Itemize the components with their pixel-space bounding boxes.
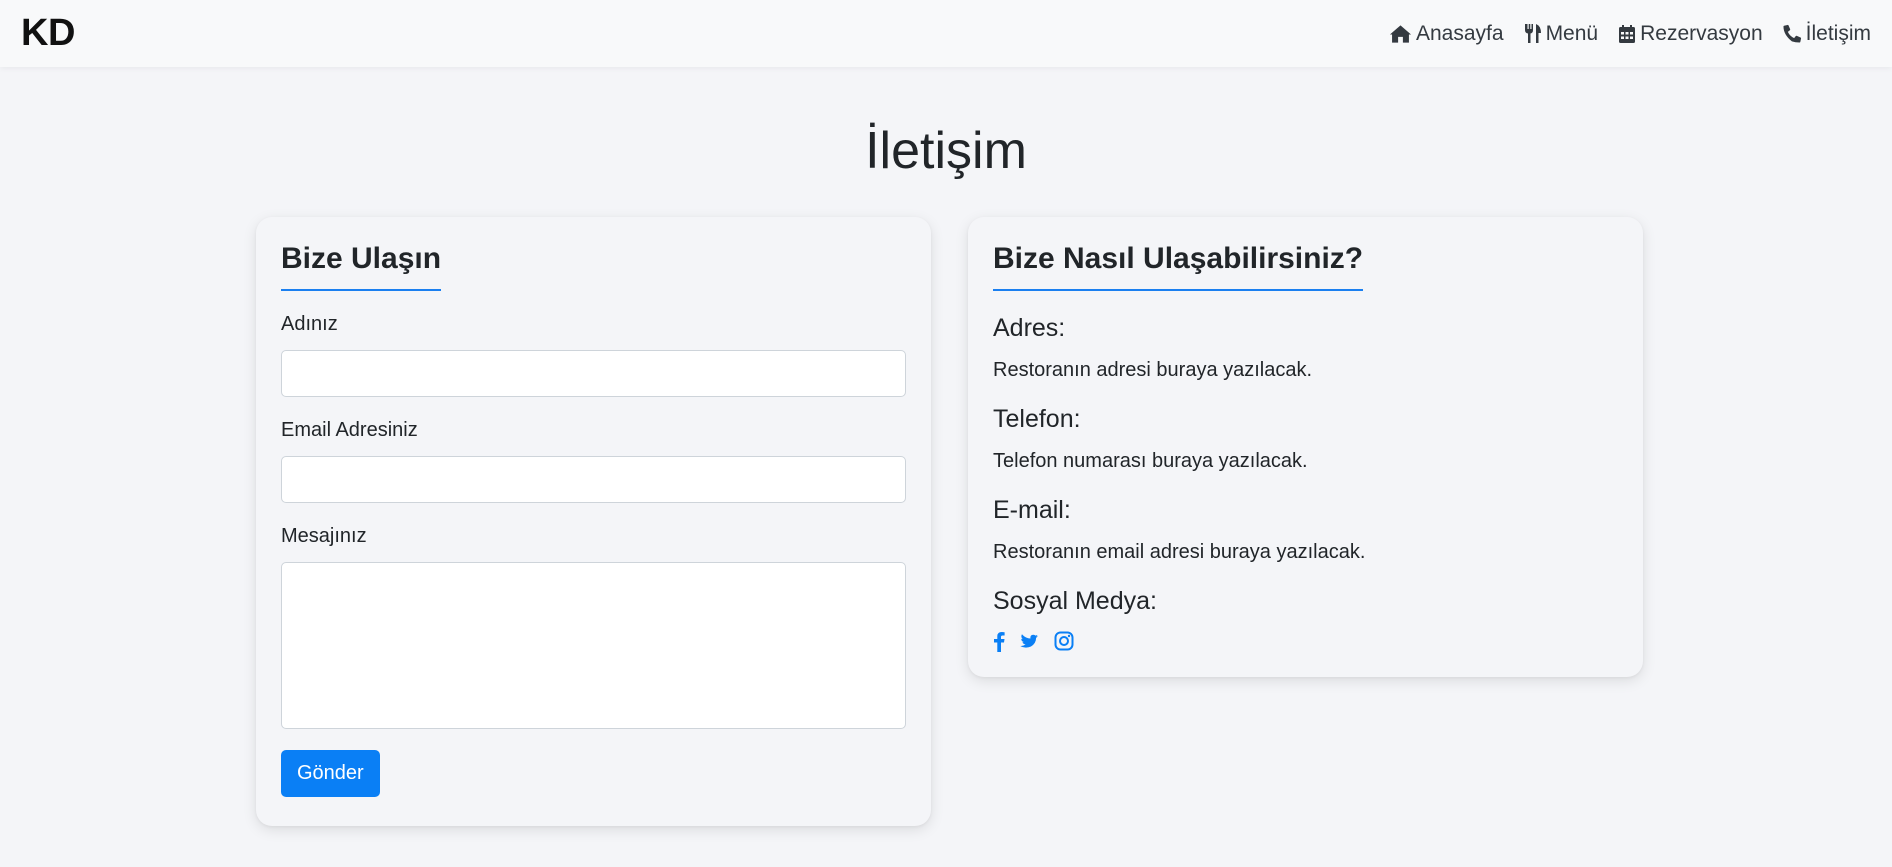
email-heading: E-mail: xyxy=(993,496,1071,524)
page-title: İletişim xyxy=(865,122,1027,180)
address-heading: Adres: xyxy=(993,314,1066,342)
contact-form-card: Bize Ulaşın Adınız Email Adresiniz Mesaj… xyxy=(256,217,931,826)
instagram-icon[interactable] xyxy=(1054,631,1074,656)
nav-link-label: Anasayfa xyxy=(1416,21,1504,45)
message-label: Mesajınız xyxy=(281,525,367,547)
email-text: Restoranın email adresi buraya yazılacak… xyxy=(993,541,1366,563)
name-input[interactable] xyxy=(281,350,906,397)
brand-logo[interactable]: KD xyxy=(21,12,75,55)
calendar-icon xyxy=(1618,24,1636,44)
twitter-icon[interactable] xyxy=(1019,632,1040,655)
nav-link-reservation[interactable]: Rezervasyon xyxy=(1618,22,1763,46)
utensils-icon xyxy=(1524,23,1542,44)
email-block: E-mail: Restoranın email adresi buraya y… xyxy=(993,495,1618,564)
navbar: KD Anasayfa Menü Rezervasyon İletişim xyxy=(0,0,1892,67)
nav-link-contact[interactable]: İletişim xyxy=(1783,22,1871,46)
home-icon xyxy=(1389,24,1412,44)
phone-text: Telefon numarası buraya yazılacak. xyxy=(993,450,1308,472)
contact-form-title: Bize Ulaşın xyxy=(281,241,442,291)
address-text: Restoranın adresi buraya yazılacak. xyxy=(993,359,1313,381)
nav-link-label: Rezervasyon xyxy=(1640,21,1763,45)
phone-heading: Telefon: xyxy=(993,405,1081,433)
social-heading: Sosyal Medya: xyxy=(993,587,1157,615)
message-group: Mesajınız xyxy=(281,525,906,729)
email-input[interactable] xyxy=(281,456,906,503)
nav-link-menu[interactable]: Menü xyxy=(1524,21,1599,46)
message-textarea[interactable] xyxy=(281,562,906,729)
nav-links: Anasayfa Menü Rezervasyon İletişim xyxy=(1389,22,1871,46)
contact-info-card: Bize Nasıl Ulaşabilirsiniz? Adres: Resto… xyxy=(968,217,1643,677)
address-block: Adres: Restoranın adresi buraya yazılaca… xyxy=(993,313,1618,382)
name-label: Adınız xyxy=(281,313,338,335)
email-group: Email Adresiniz xyxy=(281,419,906,503)
email-label: Email Adresiniz xyxy=(281,419,418,441)
facebook-icon[interactable] xyxy=(993,630,1005,657)
nav-link-home[interactable]: Anasayfa xyxy=(1389,22,1504,46)
phone-block: Telefon: Telefon numarası buraya yazılac… xyxy=(993,404,1618,473)
nav-link-label: İletişim xyxy=(1805,21,1871,45)
nav-link-label: Menü xyxy=(1545,21,1599,45)
contact-info-title: Bize Nasıl Ulaşabilirsiniz? xyxy=(993,241,1364,291)
social-links xyxy=(993,630,1618,657)
name-group: Adınız xyxy=(281,313,906,397)
submit-button[interactable]: Gönder xyxy=(281,750,380,797)
phone-icon xyxy=(1783,24,1802,43)
social-block: Sosyal Medya: xyxy=(993,586,1618,657)
